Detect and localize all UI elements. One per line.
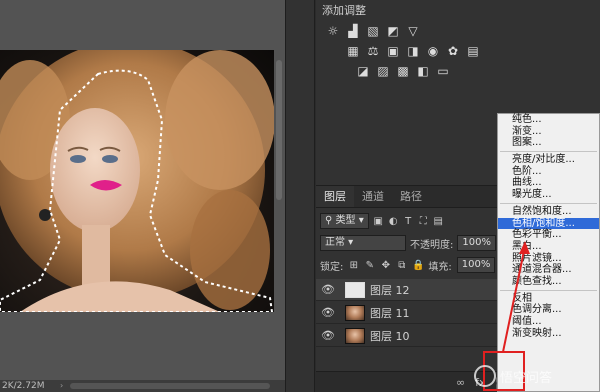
annotation-arrow [502,245,526,353]
watermark-text: 悟空问答 [500,370,553,386]
watermark: 悟空问答 [474,362,600,390]
arrow-head [519,241,530,254]
annotation-overlay [483,241,530,391]
photoshop-window: 2K/2.72M › 添加调整 ☼ ▟ ▧ ◩ ▽ ▦ ⚖ ▣ ◨ ◉ ✿ ▤ … [0,0,600,392]
watermark-logo-icon [474,365,496,387]
